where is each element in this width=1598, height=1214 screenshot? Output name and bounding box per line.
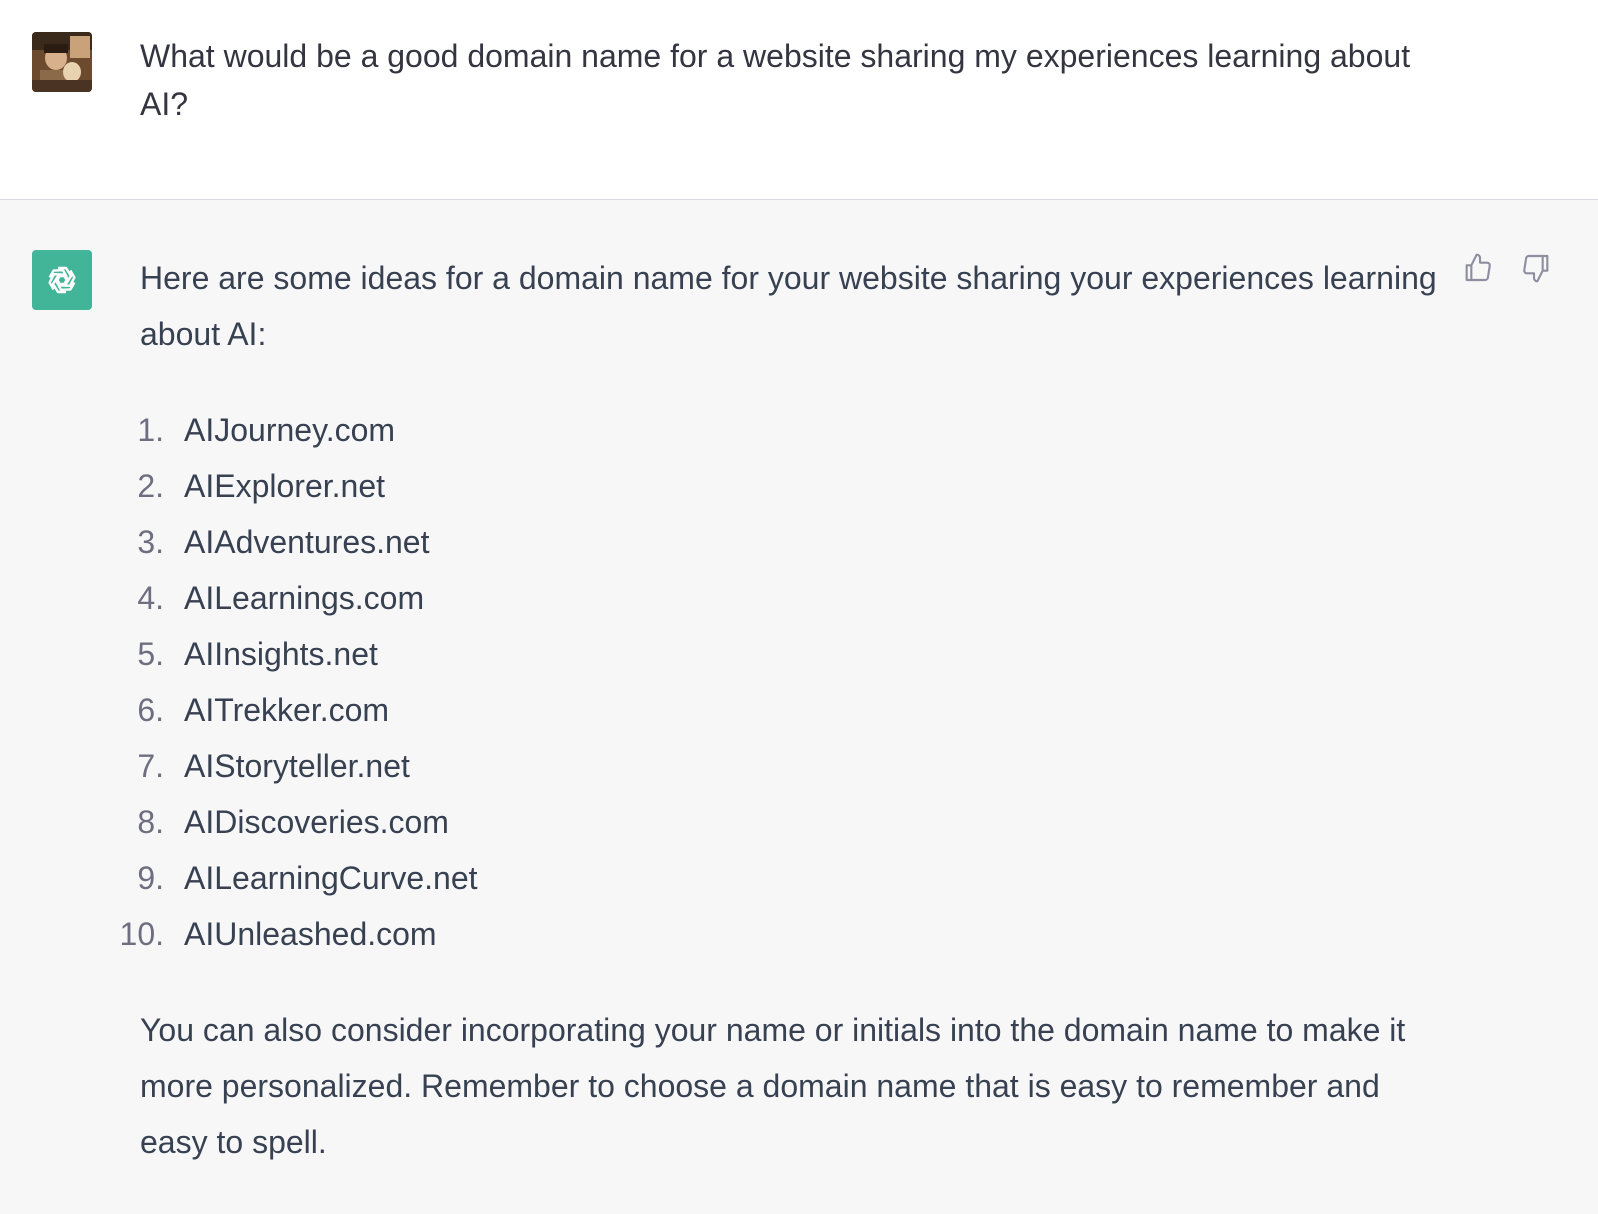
thumbs-down-icon bbox=[1523, 254, 1549, 283]
list-item: 1. AIJourney.com bbox=[137, 402, 1440, 458]
list-item-number: 6. bbox=[137, 692, 164, 728]
domain-name-text: AIUnleashed.com bbox=[184, 916, 437, 952]
domain-name-text: AITrekker.com bbox=[184, 692, 390, 728]
domain-name-text: AIInsights.net bbox=[184, 636, 378, 672]
list-item-number: 4. bbox=[137, 580, 164, 616]
list-item: 3. AIAdventures.net bbox=[137, 514, 1440, 570]
domain-name-text: AIJourney.com bbox=[184, 412, 396, 448]
domain-suggestions-list: 1. AIJourney.com 2. AIExplorer.net 3. AIAdven… bbox=[120, 402, 1440, 962]
user-photo-avatar-icon bbox=[32, 32, 92, 92]
list-item: 7. AIStoryteller.net bbox=[137, 738, 1440, 794]
list-item-number: 8. bbox=[137, 804, 164, 840]
assistant-intro-text: Here are some ideas for a domain name fo… bbox=[140, 260, 1437, 352]
thumbs-up-icon bbox=[1465, 253, 1491, 282]
domain-name-text: AIDiscoveries.com bbox=[184, 804, 449, 840]
domain-name-text: AIExplorer.net bbox=[184, 468, 385, 504]
chat-page: What would be a good domain name for a w… bbox=[0, 0, 1598, 1214]
list-item-number: 5. bbox=[137, 636, 164, 672]
thumbs-down-button[interactable] bbox=[1518, 250, 1554, 286]
list-item-number: 2. bbox=[137, 468, 164, 504]
domain-name-text: AILearnings.com bbox=[184, 580, 425, 616]
assistant-message-row: Here are some ideas for a domain name fo… bbox=[0, 200, 1598, 1214]
list-item-number: 3. bbox=[137, 524, 164, 560]
list-item: 9. AILearningCurve.net bbox=[137, 850, 1440, 906]
list-item-number: 7. bbox=[137, 748, 164, 784]
user-message-text: What would be a good domain name for a w… bbox=[140, 38, 1411, 122]
list-item: 5. AIInsights.net bbox=[137, 626, 1440, 682]
list-item: 8. AIDiscoveries.com bbox=[137, 794, 1440, 850]
domain-name-text: AILearningCurve.net bbox=[184, 860, 478, 896]
list-item: 2. AIExplorer.net bbox=[137, 458, 1440, 514]
user-message-row: What would be a good domain name for a w… bbox=[0, 0, 1598, 200]
list-item-number: 9. bbox=[137, 860, 164, 896]
assistant-avatar bbox=[32, 250, 92, 310]
user-avatar bbox=[32, 32, 92, 92]
domain-name-text: AIStoryteller.net bbox=[184, 748, 410, 784]
list-item: 10. AIUnleashed.com bbox=[120, 906, 1440, 962]
assistant-closing-text: You can also consider incorporating your… bbox=[140, 1012, 1406, 1160]
feedback-controls bbox=[1460, 250, 1554, 286]
list-item-number: 1. bbox=[137, 412, 164, 448]
openai-logo-icon bbox=[48, 266, 76, 294]
domain-name-text: AIAdventures.net bbox=[184, 524, 430, 560]
list-item: 6. AITrekker.com bbox=[137, 682, 1440, 738]
assistant-message-body: Here are some ideas for a domain name fo… bbox=[120, 250, 1440, 1170]
list-item: 4. AILearnings.com bbox=[137, 570, 1440, 626]
list-item-number: 10. bbox=[119, 916, 164, 952]
thumbs-up-button[interactable] bbox=[1460, 250, 1496, 286]
